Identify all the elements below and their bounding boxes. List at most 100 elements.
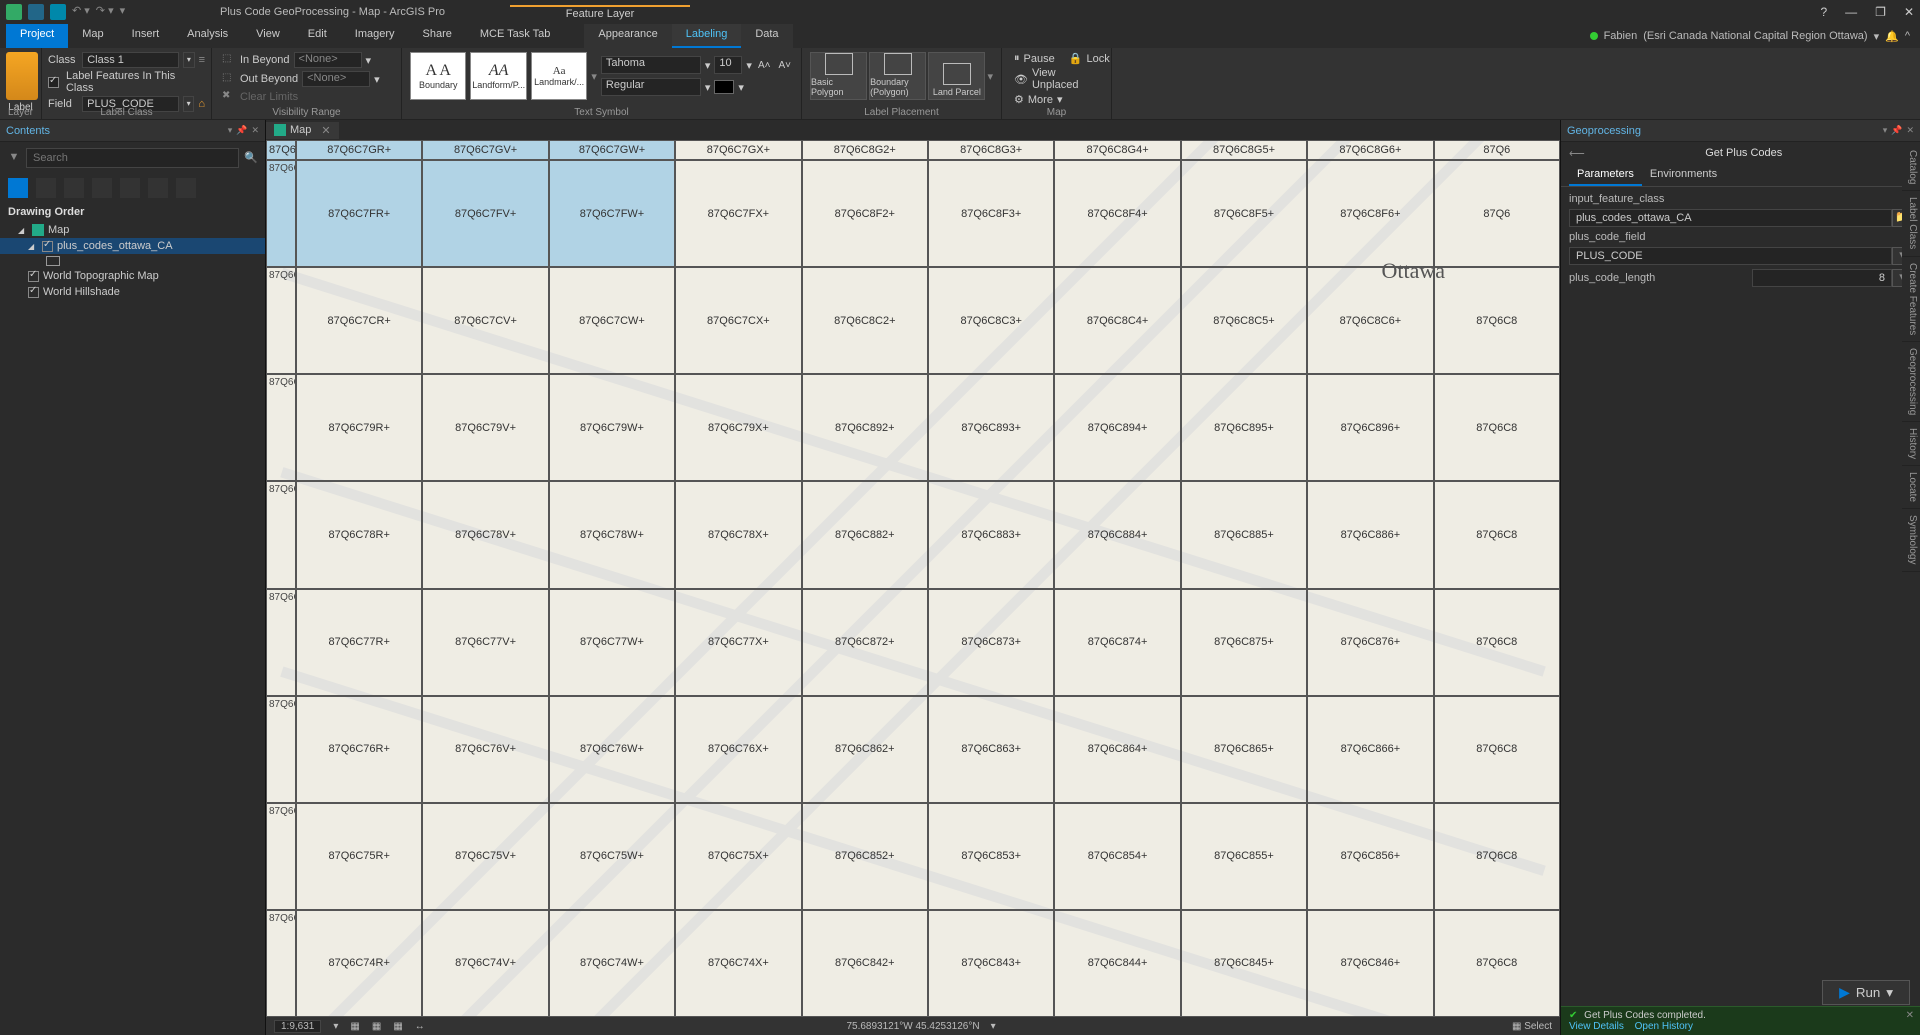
layer-checkbox[interactable] — [28, 287, 39, 298]
minimize-icon[interactable]: — — [1845, 5, 1857, 19]
side-tab-label-class[interactable]: Label Class — [1902, 191, 1920, 256]
tab-labeling[interactable]: Labeling — [672, 24, 742, 48]
user-info[interactable]: Fabien (Esri Canada National Capital Reg… — [1580, 24, 1920, 48]
out-beyond-dropdown[interactable]: <None> — [302, 71, 370, 87]
view-unplaced-icon[interactable]: 👁 — [1014, 73, 1028, 86]
gp-tab-parameters[interactable]: Parameters — [1569, 164, 1642, 186]
toc-layer-swatch[interactable] — [0, 254, 265, 268]
placement-gallery-dropdown[interactable]: ▾ — [987, 70, 993, 83]
side-tab-catalog[interactable]: Catalog — [1902, 144, 1920, 191]
qat-new-project-icon[interactable] — [6, 4, 22, 20]
status-tool3-icon[interactable]: ▦ — [393, 1021, 402, 1032]
qat-customize-icon[interactable]: ▾ — [120, 4, 126, 20]
class-dropdown[interactable]: Class 1 — [82, 52, 179, 68]
tab-analysis[interactable]: Analysis — [173, 24, 242, 48]
expand-icon[interactable]: ◢ — [28, 242, 38, 251]
decrease-size-icon[interactable]: A˅ — [776, 60, 793, 71]
gp-close-icon[interactable]: ✕ — [1906, 125, 1914, 136]
qat-save-icon[interactable] — [50, 4, 66, 20]
font-style-dropdown[interactable]: Regular — [601, 78, 701, 96]
side-tab-history[interactable]: History — [1902, 422, 1920, 466]
tab-share[interactable]: Share — [409, 24, 466, 48]
map-tab[interactable]: Map ✕ — [266, 122, 339, 139]
status-tool2-icon[interactable]: ▦ — [372, 1021, 381, 1032]
list-by-snapping-icon[interactable] — [120, 178, 140, 198]
side-tab-locate[interactable]: Locate — [1902, 466, 1920, 509]
placement-basic-polygon[interactable]: Basic Polygon — [810, 52, 867, 100]
help-icon[interactable]: ? — [1820, 5, 1827, 19]
toc-layer-hillshade[interactable]: World Hillshade — [0, 284, 265, 300]
view-details-link[interactable]: View Details — [1569, 1021, 1624, 1032]
gp-tab-environments[interactable]: Environments — [1642, 164, 1725, 186]
tab-appearance[interactable]: Appearance — [584, 24, 671, 48]
tab-imagery[interactable]: Imagery — [341, 24, 409, 48]
contents-close-icon[interactable]: ✕ — [251, 125, 259, 136]
text-style-landform[interactable]: AALandform/P... — [470, 52, 526, 100]
scale-input[interactable]: 1:9,631 — [274, 1020, 321, 1033]
text-style-boundary[interactable]: A ABoundary — [410, 52, 466, 100]
placement-land-parcel[interactable]: Land Parcel — [928, 52, 985, 100]
layer-checkbox[interactable] — [42, 241, 53, 252]
text-style-gallery-dropdown[interactable]: ▾ — [591, 70, 597, 83]
pause-icon[interactable]: ⏸ — [1014, 52, 1020, 65]
dismiss-message-icon[interactable]: ✕ — [1906, 1010, 1914, 1021]
side-tab-symbology[interactable]: Symbology — [1902, 509, 1920, 571]
filter-icon[interactable]: ▼ — [6, 148, 22, 168]
redo-icon[interactable]: ↷ ▾ — [96, 4, 114, 20]
param-input-feature-field[interactable] — [1569, 209, 1892, 227]
font-name-dropdown[interactable]: Tahoma — [601, 56, 701, 74]
tab-map[interactable]: Map — [68, 24, 117, 48]
user-dropdown-icon[interactable]: ▾ — [1874, 30, 1880, 43]
in-beyond-dropdown[interactable]: <None> — [294, 52, 362, 68]
close-icon[interactable]: ✕ — [1904, 5, 1914, 19]
symbology-swatch-icon[interactable] — [46, 256, 60, 266]
collapse-ribbon-icon[interactable]: ^ — [1905, 30, 1910, 42]
back-icon[interactable]: ⟵ — [1569, 147, 1585, 160]
contents-pin-icon[interactable]: 📌 — [236, 125, 247, 136]
lock-icon[interactable]: 🔒 — [1069, 52, 1083, 65]
open-history-link[interactable]: Open History — [1635, 1021, 1693, 1032]
toc-layer-topo[interactable]: World Topographic Map — [0, 268, 265, 284]
side-tab-geoprocessing[interactable]: Geoprocessing — [1902, 342, 1920, 422]
list-by-perspective-icon[interactable] — [176, 178, 196, 198]
side-tab-create-features[interactable]: Create Features — [1902, 257, 1920, 342]
status-tool1-icon[interactable]: ▦ — [350, 1021, 359, 1032]
search-input[interactable] — [26, 148, 239, 168]
map-canvas[interactable]: 87Q6C7GQ+87Q6C7GR+87Q6C7GV+87Q6C7GW+87Q6… — [266, 140, 1560, 1017]
param-pluscode-length-field[interactable]: 8 — [1752, 269, 1892, 287]
undo-icon[interactable]: ↶ ▾ — [72, 4, 90, 20]
qat-open-icon[interactable] — [28, 4, 44, 20]
list-by-labeling-icon[interactable] — [148, 178, 168, 198]
label-button-icon[interactable] — [6, 52, 38, 100]
search-icon[interactable]: 🔍 — [243, 148, 259, 168]
expand-icon[interactable]: ◢ — [18, 226, 28, 235]
param-pluscode-field-dropdown[interactable]: PLUS_CODE — [1569, 247, 1892, 265]
font-size-field[interactable]: 10 — [714, 56, 742, 74]
list-by-source-icon[interactable] — [36, 178, 56, 198]
gp-menu-icon[interactable]: ▾ — [1883, 125, 1888, 136]
run-button[interactable]: ▶ Run ▾ — [1822, 980, 1910, 1005]
tab-view[interactable]: View — [242, 24, 294, 48]
text-style-landmark[interactable]: AaLandmark/... — [531, 52, 587, 100]
tab-mce-task[interactable]: MCE Task Tab — [466, 24, 565, 48]
font-color-picker[interactable] — [714, 80, 734, 94]
contents-menu-icon[interactable]: ▾ — [228, 125, 233, 136]
tab-edit[interactable]: Edit — [294, 24, 341, 48]
tab-data[interactable]: Data — [741, 24, 792, 48]
toc-map-node[interactable]: ◢ Map — [0, 222, 265, 238]
selection-status[interactable]: ▦ Select — [1512, 1021, 1552, 1032]
layer-checkbox[interactable] — [28, 271, 39, 282]
list-by-drawing-order-icon[interactable] — [8, 178, 28, 198]
gp-pin-icon[interactable]: 📌 — [1891, 125, 1902, 136]
notifications-icon[interactable]: 🔔 — [1885, 30, 1899, 43]
placement-boundary-polygon[interactable]: Boundary (Polygon) — [869, 52, 926, 100]
more-icon[interactable]: ⚙ — [1014, 93, 1024, 106]
label-features-checkbox[interactable] — [48, 77, 59, 88]
list-by-editing-icon[interactable] — [92, 178, 112, 198]
status-tool4-icon[interactable]: ↔ — [415, 1021, 425, 1032]
list-by-selection-icon[interactable] — [64, 178, 84, 198]
tab-project[interactable]: Project — [6, 24, 68, 48]
run-dropdown-icon[interactable]: ▾ — [1886, 985, 1893, 1001]
class-dropdown-icon[interactable]: ▾ — [183, 52, 194, 68]
increase-size-icon[interactable]: A˄ — [756, 60, 773, 71]
